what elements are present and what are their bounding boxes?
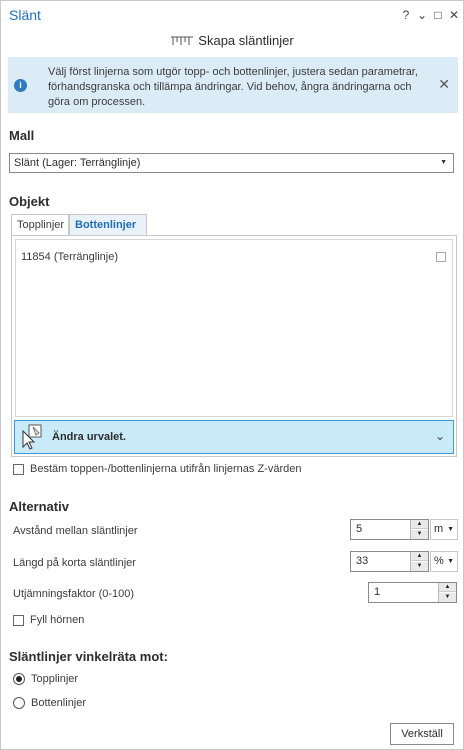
radio-bottenlinjer[interactable]	[13, 697, 25, 709]
z-values-checkbox[interactable]	[13, 463, 24, 475]
objects-section-title: Objekt	[9, 194, 50, 209]
close-icon[interactable]: ✕	[447, 7, 461, 23]
chevron-down-icon: ▼	[440, 159, 447, 166]
chevron-down-icon: ⌄	[434, 429, 445, 443]
radio-topplinjer-label: Topplinjer	[31, 673, 79, 685]
smoothing-spinner: ▲ ▼	[438, 583, 456, 602]
select-cursor-icon	[22, 424, 42, 450]
chevron-down-icon: ▼	[447, 526, 454, 533]
template-section-title: Mall	[9, 128, 35, 143]
z-values-checkbox-row[interactable]: Bestäm toppen-/bottenlinjerna utifrån li…	[13, 463, 301, 475]
info-text: Välj först linjerna som utgör topp- och …	[48, 66, 418, 108]
radio-topplinjer[interactable]	[13, 673, 25, 685]
spacing-unit-dropdown[interactable]: m ▼	[430, 519, 458, 540]
smoothing-label: Utjämningsfaktor (0-100)	[13, 588, 135, 600]
short-length-spinner: ▲ ▼	[410, 552, 428, 571]
info-close-icon[interactable]: ✕	[438, 76, 450, 93]
slope-pane: Slänt ? ⌄ □ ✕ Skapa släntlinjer i Välj f…	[0, 0, 464, 750]
info-icon: i	[14, 79, 27, 92]
tool-heading: Skapa släntlinjer	[1, 33, 463, 53]
template-dropdown[interactable]: Slänt (Lager: Terränglinje) ▼	[9, 153, 454, 173]
short-length-unit: %	[434, 555, 444, 567]
radio-bottenlinjer-row[interactable]: Bottenlinjer	[13, 697, 86, 709]
list-item[interactable]: 11854 (Terränglinje)	[21, 251, 118, 263]
title-bar: Slänt ? ⌄ □ ✕	[1, 1, 463, 29]
spacing-input[interactable]: 5 ▲ ▼	[350, 519, 429, 540]
spin-down-icon[interactable]: ▼	[411, 562, 428, 571]
change-selection-label: Ändra urvalet.	[52, 431, 126, 443]
radio-bottenlinjer-label: Bottenlinjer	[31, 697, 87, 709]
perpendicular-section-title: Släntlinjer vinkelräta mot:	[9, 649, 168, 664]
help-icon[interactable]: ?	[399, 7, 413, 23]
fill-corners-checkbox[interactable]	[13, 614, 24, 626]
maximize-icon[interactable]: □	[431, 7, 445, 23]
spin-up-icon[interactable]: ▲	[411, 520, 428, 529]
spin-up-icon[interactable]: ▲	[411, 552, 428, 561]
spacing-value: 5	[356, 523, 363, 535]
short-length-label: Längd på korta släntlinjer	[13, 557, 136, 569]
objects-list-panel: 11854 (Terränglinje) Ändra urvalet. ⌄	[11, 235, 457, 457]
template-value: Slänt (Lager: Terränglinje)	[14, 157, 141, 169]
short-length-unit-dropdown[interactable]: % ▼	[430, 551, 458, 572]
short-length-input[interactable]: 33 ▲ ▼	[350, 551, 429, 572]
spacing-label: Avstånd mellan släntlinjer	[13, 525, 138, 537]
fill-corners-label: Fyll hörnen	[30, 614, 85, 626]
fill-corners-row[interactable]: Fyll hörnen	[13, 614, 84, 626]
apply-button[interactable]: Verkställ	[390, 723, 454, 745]
radio-topplinjer-row[interactable]: Topplinjer	[13, 673, 78, 685]
zoom-to-icon[interactable]	[436, 252, 446, 262]
info-banner: i Välj först linjerna som utgör topp- oc…	[8, 57, 458, 113]
options-section-title: Alternativ	[9, 499, 69, 514]
tab-topplinjer[interactable]: Topplinjer	[11, 214, 69, 236]
objects-list[interactable]: 11854 (Terränglinje)	[15, 239, 453, 417]
short-length-value: 33	[356, 555, 369, 567]
spin-down-icon[interactable]: ▼	[411, 530, 428, 539]
spacing-spinner: ▲ ▼	[410, 520, 428, 539]
pane-title: Slänt	[9, 7, 41, 23]
spacing-unit: m	[434, 523, 444, 535]
tab-bottenlinjer[interactable]: Bottenlinjer	[69, 214, 147, 236]
spin-down-icon[interactable]: ▼	[439, 593, 456, 602]
spin-up-icon[interactable]: ▲	[439, 583, 456, 592]
smoothing-value: 1	[374, 586, 381, 598]
smoothing-input[interactable]: 1 ▲ ▼	[368, 582, 457, 603]
slope-lines-icon	[171, 36, 194, 45]
pane-menu-icon[interactable]: ⌄	[415, 7, 429, 23]
tool-heading-text: Skapa släntlinjer	[198, 33, 294, 48]
z-values-label: Bestäm toppen-/bottenlinjerna utifrån li…	[30, 463, 302, 475]
chevron-down-icon: ▼	[447, 558, 454, 565]
change-selection-button[interactable]: Ändra urvalet. ⌄	[14, 420, 454, 454]
